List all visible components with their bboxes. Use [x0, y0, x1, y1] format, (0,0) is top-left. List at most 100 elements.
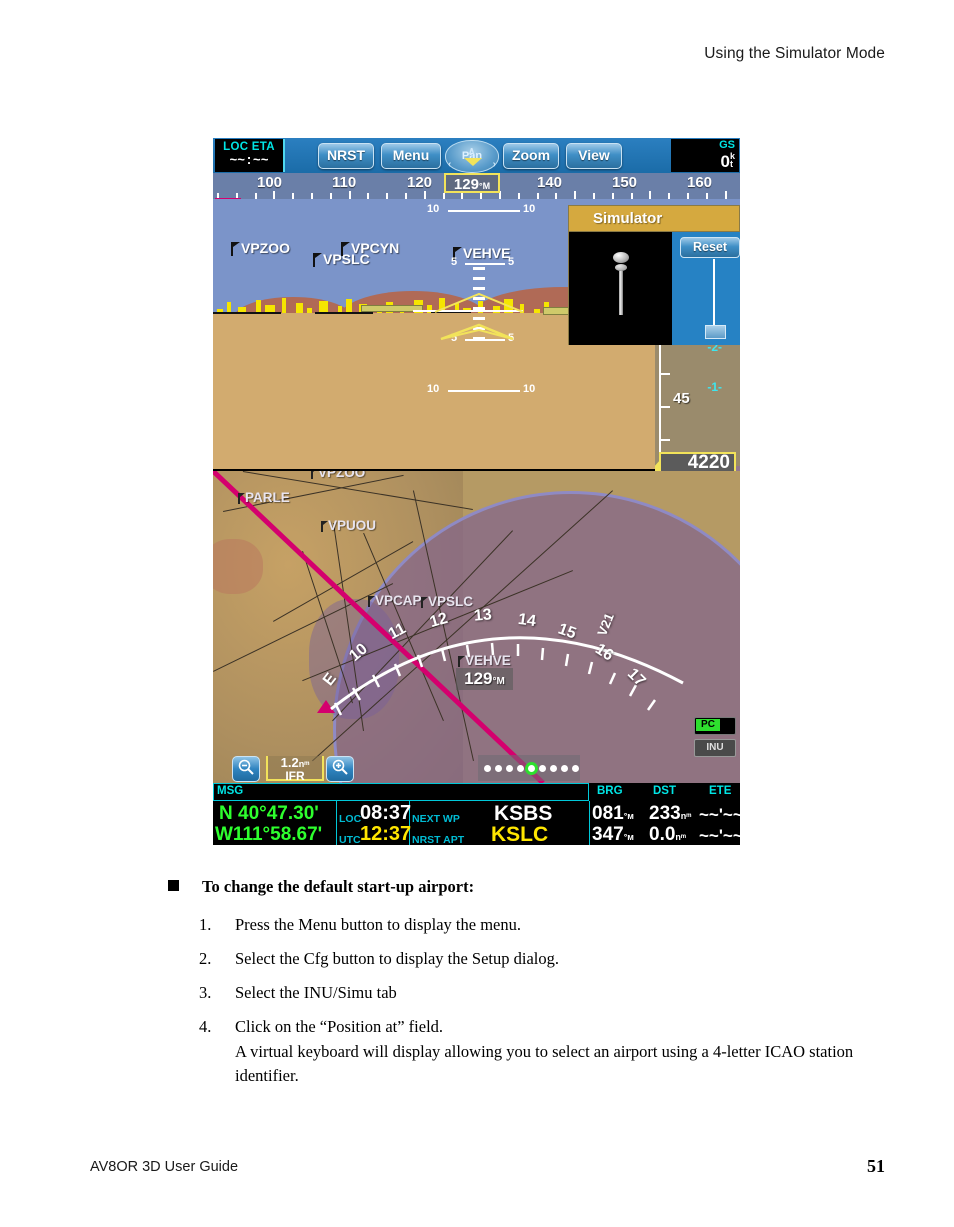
step-number: 1. — [199, 915, 212, 934]
map-scale-indicator: 1.2nᵐ IFR — [266, 756, 324, 783]
list-item: 2. Select the Cfg button to display the … — [199, 942, 899, 976]
loc-time-value: 08:37 — [360, 802, 412, 824]
reset-button[interactable]: Reset — [680, 237, 740, 258]
alt-tick — [661, 373, 670, 375]
map-scale-mode: IFR — [285, 769, 305, 783]
selected-heading-box: 129°M — [444, 173, 500, 193]
zoom-button[interactable]: Zoom — [503, 143, 559, 169]
utc-time-value: 12:37 — [360, 823, 412, 845]
heading-tick — [574, 191, 577, 199]
waypoint-pin-icon — [311, 471, 318, 479]
joystick-icon — [613, 252, 629, 315]
view-button[interactable]: View — [566, 143, 622, 169]
loc-eta-value: ~~:~~ — [229, 153, 269, 168]
page-indicator-dots[interactable] — [478, 755, 580, 781]
page-dot[interactable] — [495, 765, 502, 772]
page-dot[interactable] — [550, 765, 557, 772]
utc-time-label: UTC — [339, 834, 361, 845]
fpm-tick — [473, 297, 485, 300]
heading-label-110: 110 — [332, 174, 357, 191]
footer-guide-title: AV8OR 3D User Guide — [90, 1159, 239, 1175]
waypoint-flag-icon — [231, 242, 241, 256]
menu-button[interactable]: Menu — [381, 143, 441, 169]
nrst-apt-value: KSLC — [491, 823, 549, 845]
map-heading-value: 129 — [464, 669, 493, 688]
vs-label-minus1-top: -1- — [707, 380, 722, 394]
throttle-slider-thumb[interactable] — [705, 325, 726, 339]
joystick-collar — [615, 264, 627, 271]
loc-eta-label: LOC ETA — [223, 141, 275, 153]
zoom-in-button[interactable] — [326, 756, 354, 782]
fpm-tick — [473, 277, 485, 280]
next-wp-label: NEXT WP — [412, 813, 460, 825]
page-dot[interactable] — [539, 765, 546, 772]
alt-tick — [661, 439, 670, 441]
ete-next-value: ~~'~~ — [699, 805, 740, 824]
instruction-heading-text: To change the default start-up airport: — [202, 877, 475, 896]
ground-speed-indicator: GS 0k t — [671, 139, 739, 172]
selected-heading-value: 129 — [453, 176, 479, 193]
page-dot[interactable] — [484, 765, 491, 772]
pan-dpad[interactable]: ‹ › ∧ ∨ Pan — [445, 140, 499, 173]
waypoint-flag-icon — [313, 253, 323, 267]
pc-status-label: PC — [696, 719, 720, 731]
runway-edge-line — [213, 312, 281, 314]
map-waypoint-vpslc: VPSLC — [421, 594, 473, 609]
joystick-preview — [569, 232, 672, 345]
dst-nrst-value: 0.0nᵐ — [649, 824, 686, 845]
dst-next-value: 233nᵐ — [649, 803, 692, 824]
airport-light — [296, 303, 303, 313]
bullet-square-icon — [168, 880, 179, 891]
step-number: 3. — [199, 983, 212, 1002]
msg-label: MSG — [217, 785, 244, 797]
simulator-controls: Reset — [672, 232, 740, 345]
airport-light — [307, 308, 312, 313]
step-number: 4. — [199, 1017, 212, 1036]
airport-light — [534, 309, 540, 313]
waypoint-pin-icon — [238, 493, 245, 504]
column-header-dst: DST — [653, 785, 676, 797]
msg-box[interactable] — [213, 783, 589, 801]
step-text: Click on the “Position at” field. — [235, 1017, 444, 1036]
gs-label: GS — [719, 139, 735, 151]
page-dot[interactable] — [517, 765, 524, 772]
alt-tick — [661, 406, 670, 408]
gs-unit: kt — [729, 151, 735, 169]
page-dot[interactable] — [561, 765, 568, 772]
waypoint-flag-icon — [341, 242, 351, 256]
instruction-note: A virtual keyboard will display allowing… — [235, 1042, 854, 1085]
page-dot[interactable] — [506, 765, 513, 772]
sv-waypoint-vpzoo: VPZOO — [231, 240, 290, 256]
selected-heading-unit: °M — [478, 181, 491, 191]
map-waypoint-vpzoo: VPZOO — [311, 471, 365, 480]
moving-map-view[interactable]: E 10 11 12 13 14 15 16 17 V21 129°M PARL… — [213, 471, 740, 783]
map-bottom-toolbar: 1.2nᵐ IFR PC INU — [213, 717, 740, 783]
page-dot-active[interactable] — [528, 765, 535, 772]
bottom-data-bar: MSG BRG DST ETE N 40°47.30' W111°58.67' … — [213, 783, 740, 845]
footer-page-number: 51 — [867, 1156, 885, 1176]
alt-tape-bg-upper — [655, 334, 740, 466]
ete-nrst-value: ~~'~~ — [699, 826, 740, 845]
waypoint-pin-icon — [421, 597, 428, 608]
alt-tick-label-45: 45 — [673, 390, 690, 407]
arc-number-13: 13 — [473, 606, 493, 625]
waypoint-pin-icon — [368, 596, 375, 607]
airport-light — [346, 299, 352, 313]
airport-light — [282, 298, 286, 313]
pitch-label-10-left-top: 10 — [427, 203, 440, 215]
map-waypoint-vehve: VEHVE — [458, 653, 511, 668]
heading-label-150: 150 — [612, 174, 638, 191]
page-dot[interactable] — [572, 765, 579, 772]
heading-tape: 100 110 120 140 150 160 129°M — [213, 173, 740, 199]
zoom-out-button[interactable] — [232, 756, 260, 782]
nrst-button[interactable]: NRST — [318, 143, 374, 169]
simulator-dialog-body: Reset — [569, 232, 740, 345]
gs-value-wrap: 0k t — [671, 152, 735, 171]
arc-number-14: 14 — [516, 610, 537, 631]
waypoint-flag-icon — [453, 247, 463, 261]
magnifier-minus-icon — [238, 759, 254, 775]
simulator-dialog[interactable]: Simulator Reset — [568, 205, 740, 345]
longitude-value: W111°58.67' — [215, 824, 323, 845]
joystick-knob — [613, 252, 629, 263]
heading-caret-icon — [464, 158, 482, 166]
